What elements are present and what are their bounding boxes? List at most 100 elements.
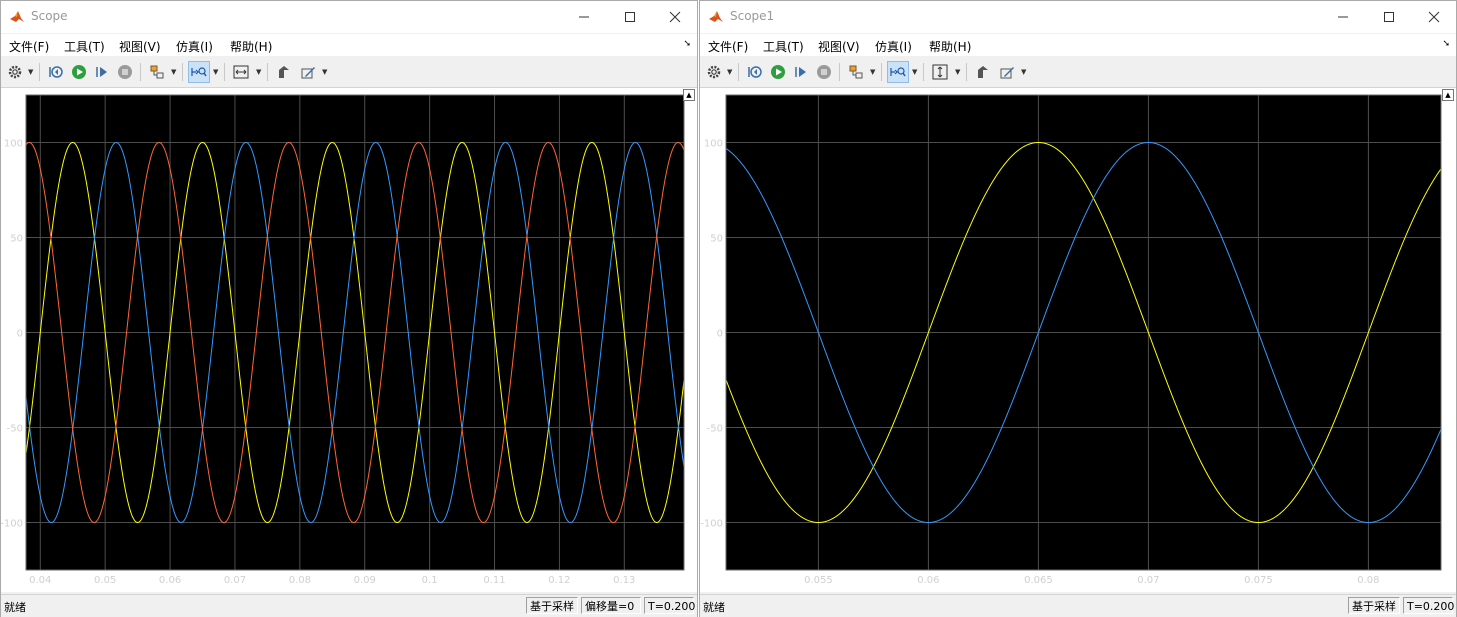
y-tick-label: 0 [717,329,723,340]
x-tick-label: 0.06 [917,575,939,586]
status-sample-based: 基于采样 [526,597,578,614]
minimize-button[interactable] [1320,1,1366,33]
minimize-icon [1338,16,1348,18]
maximize-button[interactable] [1366,1,1412,33]
menu-view[interactable]: 视图(V) [818,38,860,55]
maximize-icon [625,12,635,22]
menu-dock-arrow-icon[interactable]: ➘ [1442,39,1450,49]
autoscale-dropdown-icon[interactable]: ▼ [256,68,261,76]
status-offset: 偏移量=0 [581,597,641,614]
zoom-dropdown-icon[interactable]: ▼ [213,68,218,76]
minimize-button[interactable] [561,1,607,33]
scope1-plot-area[interactable]: 0.055 0.06 0.065 0.07 0.075 0.08 -100 -50 0 50 100… [700,88,1456,592]
scope-plot-area[interactable]: 0.04 0.05 0.06 0.07 0.08 0.09 0.1 0.11 0.12 0.13 -… [1,88,697,592]
step-back-icon [49,66,63,78]
menu-help[interactable]: 帮助(H) [929,38,971,55]
autoscale-icon [932,64,948,80]
step-forward-button[interactable] [790,61,812,83]
autoscale-dropdown-icon[interactable]: ▼ [955,68,960,76]
run-button[interactable] [68,61,90,83]
close-button[interactable] [652,1,698,33]
step-back-button[interactable] [744,61,766,83]
x-tick-label: 0.055 [804,575,833,586]
menu-tools[interactable]: 工具(T) [763,38,804,55]
x-tick-label: 0.11 [483,575,505,586]
status-bar: 就绪 基于采样 T=0.200 [700,594,1456,617]
style-button[interactable] [972,61,994,83]
data-cursor-button[interactable] [996,61,1018,83]
y-tick-label: 50 [10,234,23,245]
highlight-dropdown-icon[interactable]: ▼ [870,68,875,76]
style-icon [978,66,988,78]
x-tick-label: 0.07 [1137,575,1159,586]
scope-plot[interactable]: 0.04 0.05 0.06 0.07 0.08 0.09 0.1 0.11 0.12 0.13 -… [1,88,697,592]
zoom-button[interactable] [887,61,909,83]
scope1-plot[interactable]: 0.055 0.06 0.065 0.07 0.075 0.08 -100 -50 0 50 100 [700,88,1456,592]
y-tick-label: -100 [1,519,23,530]
expand-axes-button[interactable]: ▲ [683,89,695,101]
menu-simulation[interactable]: 仿真(I) [176,38,213,55]
data-cursor-dropdown-icon[interactable]: ▼ [1021,68,1026,76]
zoom-dropdown-icon[interactable]: ▼ [912,68,917,76]
highlight-block-button[interactable] [146,61,168,83]
settings-dropdown-icon[interactable]: ▼ [28,68,33,76]
stop-button[interactable] [813,61,835,83]
status-sample-based: 基于采样 [1348,597,1400,614]
status-time: T=0.200 [1403,597,1454,614]
status-text: 就绪 [703,601,725,614]
toolbar-separator [182,63,183,81]
status-time: T=0.200 [644,597,695,614]
stop-button[interactable] [114,61,136,83]
data-cursor-button[interactable] [297,61,319,83]
expand-axes-button[interactable]: ▲ [1442,89,1454,101]
data-cursor-dropdown-icon[interactable]: ▼ [322,68,327,76]
x-tick-label: 0.1 [422,575,438,586]
close-button[interactable] [1411,1,1457,33]
x-tick-label: 0.13 [613,575,635,586]
menu-simulation[interactable]: 仿真(I) [875,38,912,55]
toolbar-separator [738,63,739,81]
zoom-button[interactable] [188,61,210,83]
highlight-block-icon [849,65,863,79]
x-tick-label: 0.06 [159,575,181,586]
highlight-block-icon [150,65,164,79]
data-cursor-icon [301,67,315,79]
menu-file[interactable]: 文件(F) [708,38,748,55]
x-tick-label: 0.08 [289,575,311,586]
y-tick-label: 0 [17,329,23,340]
maximize-button[interactable] [607,1,653,33]
menu-bar: 文件(F) 工具(T) 视图(V) 仿真(I) 帮助(H) ➘ [700,34,1456,56]
style-icon [279,66,289,78]
y-tick-label: -50 [707,424,723,435]
settings-button[interactable] [703,61,725,83]
menu-view[interactable]: 视图(V) [119,38,161,55]
menu-tools[interactable]: 工具(T) [64,38,105,55]
style-button[interactable] [273,61,295,83]
x-tick-label: 0.12 [548,575,570,586]
settings-dropdown-icon[interactable]: ▼ [727,68,732,76]
highlight-block-button[interactable] [845,61,867,83]
step-back-button[interactable] [45,61,67,83]
window-title: Scope1 [730,9,775,23]
title-bar[interactable]: Scope1 [700,1,1456,33]
x-tick-label: 0.05 [94,575,116,586]
autoscale-button[interactable] [230,61,252,83]
toolbar-separator [267,63,268,81]
settings-button[interactable] [4,61,26,83]
menu-help[interactable]: 帮助(H) [230,38,272,55]
step-back-icon [748,66,762,78]
step-forward-button[interactable] [91,61,113,83]
title-bar[interactable]: Scope [1,1,697,33]
run-button[interactable] [767,61,789,83]
toolbar-separator [881,63,882,81]
toolbar-separator [140,63,141,81]
highlight-dropdown-icon[interactable]: ▼ [171,68,176,76]
y-tick-label: 50 [710,234,723,245]
run-icon [72,65,86,79]
x-tick-label: 0.09 [354,575,376,586]
step-forward-icon [96,67,107,77]
menu-dock-arrow-icon[interactable]: ➘ [683,39,691,49]
x-tick-label: 0.08 [1357,575,1379,586]
menu-file[interactable]: 文件(F) [9,38,49,55]
autoscale-button[interactable] [929,61,951,83]
